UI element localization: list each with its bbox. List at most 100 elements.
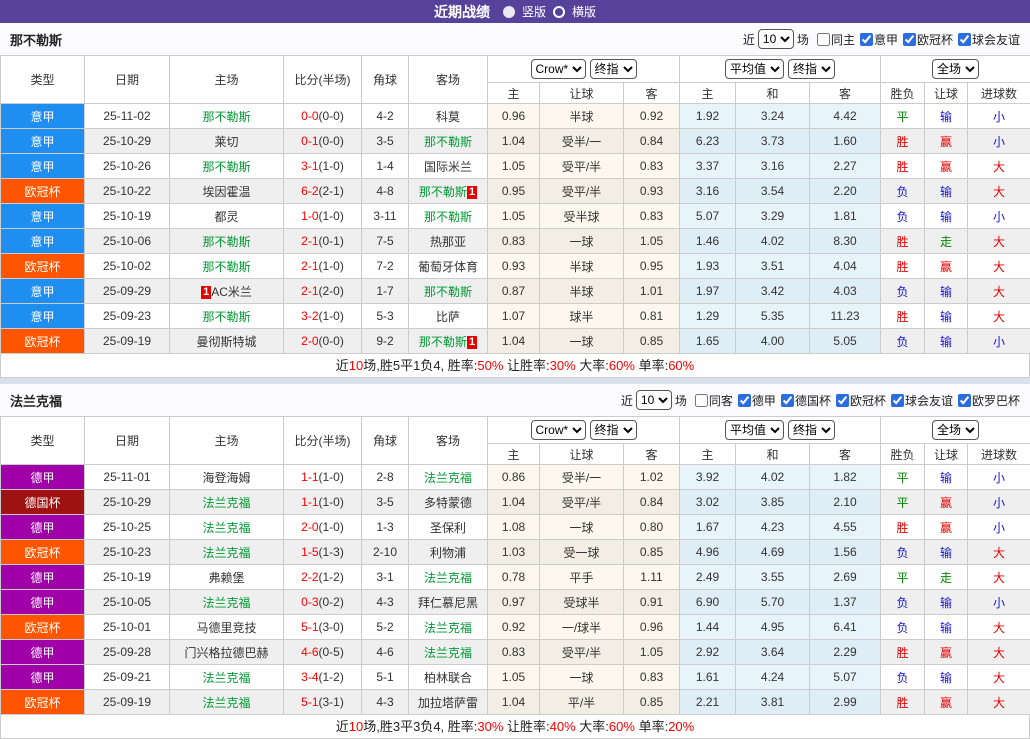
team-label: 那不勒斯 (424, 210, 472, 224)
league-checkbox-wrap: 球会友谊 (958, 31, 1020, 48)
col-header: 主场 (170, 56, 284, 104)
league-checkbox-label[interactable]: 意甲 (874, 31, 898, 48)
summary-segment: 场,胜3平3负4, 胜率: (363, 719, 477, 734)
odds-away-cell: 0.93 (624, 179, 680, 204)
league-checkbox-label[interactable]: 德甲 (752, 392, 776, 409)
league-checkbox-label[interactable]: 欧冠杯 (850, 392, 886, 409)
team-label: 法兰克福 (202, 671, 250, 685)
page-title: 近期战绩 (434, 2, 490, 22)
corner-cell: 4-8 (362, 179, 409, 204)
avg-draw-cell: 3.55 (736, 565, 810, 590)
result-outcome-cell: 负 (881, 540, 925, 565)
odds-view-select[interactable]: 终指 (590, 59, 637, 79)
league-type-cell: 德甲 (1, 590, 85, 615)
layout-vertical-radio[interactable] (503, 6, 515, 18)
team-label: 多特蒙德 (424, 496, 472, 510)
matches-table: 类型日期主场比分(半场)角球客场Crow*终指平均值终指全场主让球客主和客胜负让… (0, 55, 1030, 354)
league-checkbox-label[interactable]: 球会友谊 (905, 392, 953, 409)
league-checkbox-label[interactable]: 德国杯 (795, 392, 831, 409)
league-checkbox[interactable] (958, 394, 971, 407)
odds-view-select[interactable]: 平均值 (725, 59, 784, 79)
avg-away-cell: 4.04 (810, 254, 881, 279)
same-venue-checkbox-wrap: 同主 (817, 31, 855, 48)
result-goals-cell: 大 (968, 690, 1030, 715)
odds-view-select[interactable]: 终指 (788, 59, 835, 79)
away-team-cell: 利物浦 (409, 540, 488, 565)
corner-cell: 2-10 (362, 540, 409, 565)
fulltime-score: 1-1 (301, 495, 318, 509)
odds-view-select[interactable]: 终指 (788, 420, 835, 440)
away-team-cell: 那不勒斯1 (409, 179, 488, 204)
fulltime-score: 3-2 (301, 309, 318, 323)
team-label: 那不勒斯 (202, 235, 250, 249)
result-goals-cell: 大 (968, 665, 1030, 690)
corner-cell: 7-5 (362, 229, 409, 254)
team-label: 法兰克福 (202, 521, 250, 535)
avg-draw-cell: 4.00 (736, 329, 810, 354)
layout-vertical-radio-label[interactable]: 竖版 (522, 3, 546, 20)
away-team-cell: 那不勒斯 (409, 204, 488, 229)
odds-view-select[interactable]: 全场 (932, 420, 979, 440)
halftime-score: (0-0) (319, 109, 344, 123)
league-checkbox[interactable] (836, 394, 849, 407)
match-count-select[interactable]: 10 (636, 390, 672, 410)
summary-segment: 60% (609, 719, 635, 734)
match-row: 欧冠杯25-10-02那不勒斯2-1(1-0)7-2葡萄牙体育0.93半球0.9… (1, 254, 1030, 279)
league-checkbox[interactable] (891, 394, 904, 407)
odds-away-cell: 0.84 (624, 490, 680, 515)
same-venue-checkbox[interactable] (817, 33, 830, 46)
odds-view-select[interactable]: 全场 (932, 59, 979, 79)
league-checkbox-label[interactable]: 欧罗巴杯 (972, 392, 1020, 409)
summary-segment: 大率: (576, 358, 609, 373)
league-type-cell: 德甲 (1, 515, 85, 540)
league-checkbox[interactable] (958, 33, 971, 46)
match-row: 欧冠杯25-09-19曼彻斯特城2-0(0-0)9-2那不勒斯11.04一球0.… (1, 329, 1030, 354)
odds-view-select[interactable]: 平均值 (725, 420, 784, 440)
league-checkbox-label[interactable]: 欧冠杯 (917, 31, 953, 48)
league-checkbox-wrap: 德甲 (738, 392, 776, 409)
sub-col-header: 主 (680, 444, 736, 465)
avg-away-cell: 2.27 (810, 154, 881, 179)
score-cell: 2-0(1-0) (284, 515, 362, 540)
away-team-cell: 法兰克福 (409, 465, 488, 490)
league-checkbox-label[interactable]: 球会友谊 (972, 31, 1020, 48)
odds-away-cell: 0.83 (624, 154, 680, 179)
same-venue-checkbox-label[interactable]: 同客 (709, 392, 733, 409)
home-team-cell: 埃因霍温 (170, 179, 284, 204)
avg-draw-cell: 4.69 (736, 540, 810, 565)
team-label: 马德里竞技 (196, 621, 256, 635)
sub-col-header: 让球 (540, 83, 624, 104)
sub-col-header: 让球 (925, 444, 968, 465)
same-venue-checkbox[interactable] (695, 394, 708, 407)
score-cell: 3-1(1-0) (284, 154, 362, 179)
match-row: 意甲25-10-19都灵1-0(1-0)3-11那不勒斯1.05受半球0.835… (1, 204, 1030, 229)
same-venue-checkbox-label[interactable]: 同主 (831, 31, 855, 48)
layout-horizontal-radio[interactable] (553, 6, 565, 18)
result-goals-cell: 大 (968, 615, 1030, 640)
handicap-cell: 一/球半 (540, 615, 624, 640)
odds-view-select[interactable]: 终指 (590, 420, 637, 440)
match-count-select[interactable]: 10 (758, 29, 794, 49)
layout-horizontal-radio-label[interactable]: 横版 (572, 3, 596, 20)
league-checkbox[interactable] (903, 33, 916, 46)
summary-segment: 10 (349, 358, 363, 373)
avg-away-cell: 2.10 (810, 490, 881, 515)
league-checkbox[interactable] (860, 33, 873, 46)
league-checkbox[interactable] (781, 394, 794, 407)
halftime-score: (1-0) (319, 495, 344, 509)
corner-cell: 3-1 (362, 565, 409, 590)
result-handicap-cell: 赢 (925, 690, 968, 715)
sub-col-header: 进球数 (968, 444, 1030, 465)
league-checkbox[interactable] (738, 394, 751, 407)
away-team-cell: 葡萄牙体育 (409, 254, 488, 279)
avg-away-cell: 5.07 (810, 665, 881, 690)
sub-col-header: 主 (488, 444, 540, 465)
result-goals-cell: 大 (968, 254, 1030, 279)
col-header: 日期 (85, 417, 170, 465)
odds-view-select[interactable]: Crow* (531, 420, 586, 440)
odds-view-select[interactable]: Crow* (531, 59, 586, 79)
result-goals-cell: 大 (968, 179, 1030, 204)
odds-home-cell: 0.83 (488, 640, 540, 665)
result-handicap-cell: 赢 (925, 490, 968, 515)
odds-home-cell: 0.92 (488, 615, 540, 640)
